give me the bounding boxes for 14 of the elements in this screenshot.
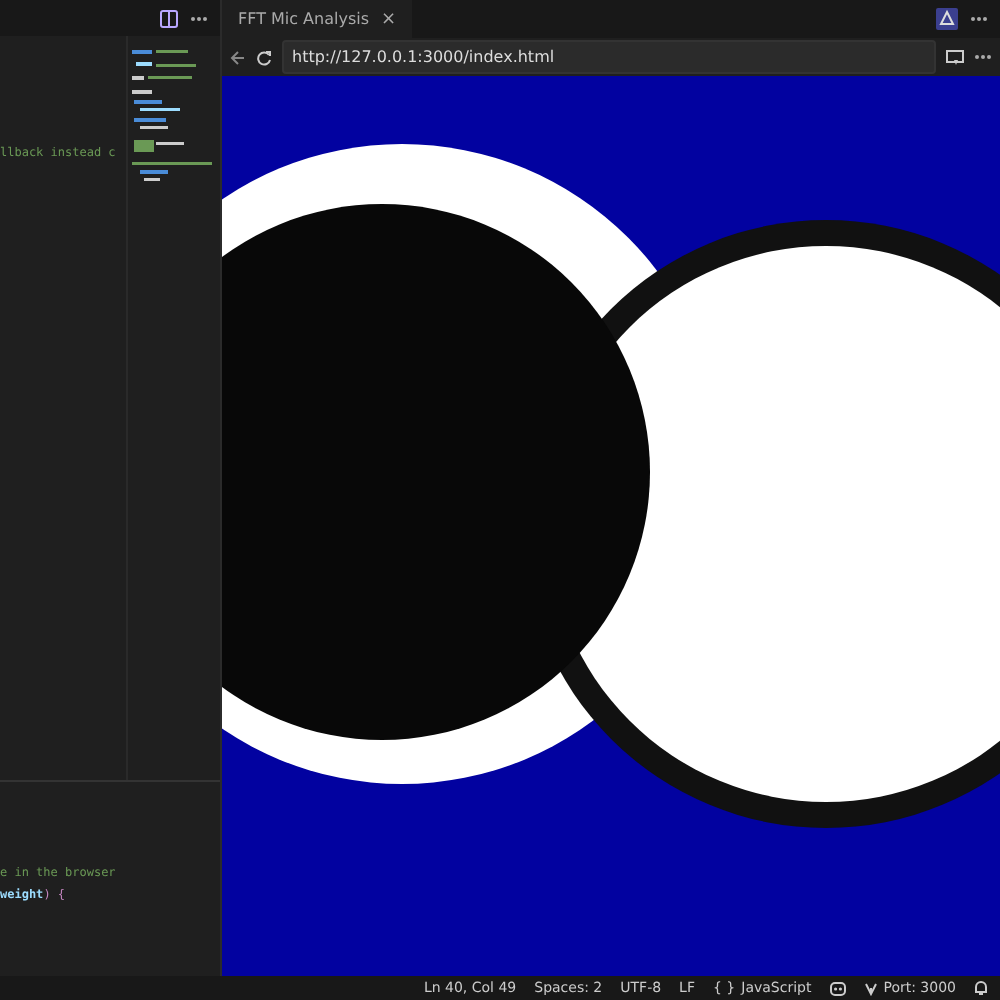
antenna-icon [863,981,878,995]
browser-tab[interactable]: FFT Mic Analysis × [222,0,413,38]
more-icon[interactable] [190,15,208,21]
bell-icon[interactable] [974,980,988,996]
robot-face-icon[interactable] [829,981,846,995]
reload-icon[interactable] [256,49,272,65]
more-icon[interactable] [974,54,992,60]
account-icon[interactable] [936,8,958,30]
close-icon[interactable]: × [381,9,397,29]
screen-cast-icon[interactable] [946,49,964,65]
back-arrow-icon[interactable] [230,49,246,65]
more-icon[interactable] [970,16,988,22]
url-field[interactable]: http://127.0.0.1:3000/index.html [282,40,936,74]
split-editor-icon[interactable] [160,9,178,27]
